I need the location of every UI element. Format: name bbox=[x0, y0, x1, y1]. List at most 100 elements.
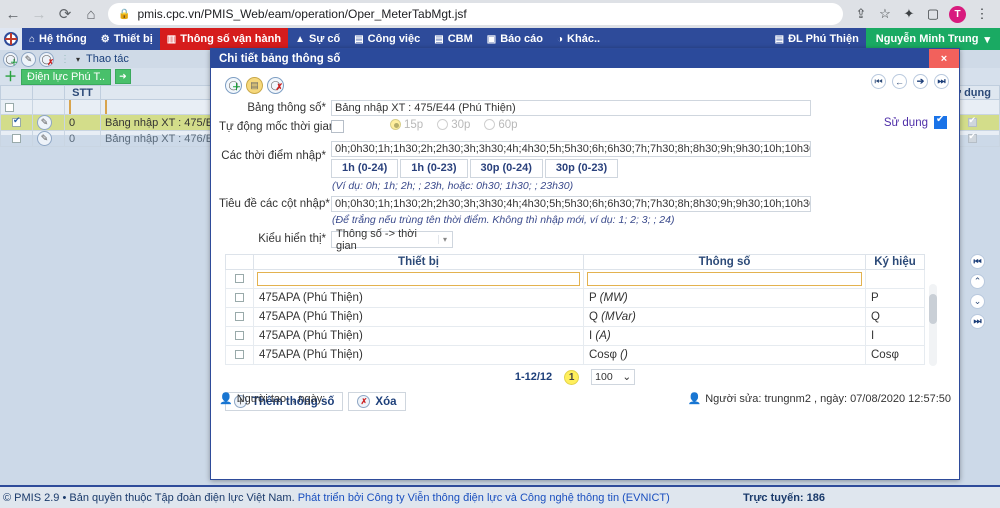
previous-record-icon[interactable]: ← bbox=[892, 74, 907, 89]
nav-item-cbm[interactable]: ▤ CBM bbox=[427, 28, 480, 50]
star-icon[interactable]: ☆ bbox=[873, 2, 897, 26]
interval-option-15p[interactable]: 15p bbox=[390, 119, 423, 131]
th-ky-hieu[interactable]: Ký hiệu bbox=[865, 254, 925, 270]
address-bar[interactable]: 🔒 pmis.cpc.vn/PMIS_Web/eam/operation/Ope… bbox=[108, 3, 843, 25]
row-checkbox[interactable] bbox=[235, 331, 244, 341]
preset-30p-0-24-button[interactable]: 30p (0-24) bbox=[469, 159, 543, 178]
side-panel-icon[interactable]: ▢ bbox=[921, 2, 945, 26]
cell-symbol: Q bbox=[865, 307, 925, 327]
field-row-display-mode: Kiểu hiển thị* Thông số -> thời gian ▾ bbox=[219, 228, 949, 252]
row-checkbox[interactable] bbox=[235, 293, 244, 303]
footer-copyright: © PMIS 2.9 • Bản quyền thuộc Tập đoàn đi… bbox=[0, 492, 670, 504]
col-titles-input[interactable]: 0h;0h30;1h;1h30;2h;2h30;3h;3h30;4h;4h30;… bbox=[331, 196, 811, 212]
page-size-select[interactable]: 100 ⌄ bbox=[591, 369, 636, 385]
chevron-down-icon: ▾ bbox=[984, 33, 990, 46]
time-points-input[interactable]: 0h;0h30;1h;1h30;2h;2h30;3h;3h30;4h;4h30;… bbox=[331, 141, 811, 157]
param-unit: () bbox=[620, 349, 628, 361]
dialog-toolbar: ◯ ＋ ▤ ◯ ✗ bbox=[219, 74, 949, 100]
row-use-checkbox[interactable] bbox=[967, 132, 977, 144]
last-page-icon[interactable]: ⏭ bbox=[970, 314, 985, 329]
scrollbar-thumb[interactable] bbox=[929, 294, 937, 324]
th-thiet-bi[interactable]: Thiết bị bbox=[253, 254, 584, 270]
next-record-icon[interactable]: ➔ bbox=[913, 74, 928, 89]
table-row[interactable]: 475APA (Phú Thiện) Cosφ () Cosφ bbox=[225, 345, 925, 365]
footer-developer-link[interactable]: Phát triển bởi Công ty Viễn thông điện l… bbox=[298, 492, 670, 504]
filter-name-input[interactable] bbox=[105, 100, 107, 114]
tab-expand-icon[interactable]: ➜ bbox=[115, 69, 131, 84]
row-checkbox[interactable] bbox=[12, 134, 21, 144]
select-all-checkbox[interactable] bbox=[235, 274, 244, 284]
row-checkbox[interactable] bbox=[235, 350, 244, 360]
use-checkbox[interactable] bbox=[934, 115, 947, 129]
nav-org-label: ĐL Phú Thiện bbox=[788, 33, 859, 45]
add-tab-icon[interactable]: ＋ bbox=[4, 70, 17, 83]
time-preset-buttons: 1h (0-24) 1h (0-23) 30p (0-24) 30p (0-23… bbox=[331, 159, 811, 178]
edit-icon[interactable]: ✎ bbox=[37, 131, 52, 146]
filter-thiet-bi-input[interactable] bbox=[257, 272, 580, 286]
scroll-down-icon[interactable]: ⌄ bbox=[970, 294, 985, 309]
share-icon[interactable]: ⇪ bbox=[849, 2, 873, 26]
delete-icon[interactable]: ◯ ✗ bbox=[267, 77, 284, 94]
table-name-input[interactable]: Bảng nhập XT : 475/E44 (Phú Thiện) bbox=[331, 100, 811, 116]
first-page-icon[interactable]: ⏮ bbox=[970, 254, 985, 269]
nav-item-su-co[interactable]: ▲ Sự cố bbox=[288, 28, 347, 50]
close-icon[interactable]: × bbox=[929, 49, 959, 68]
first-record-icon[interactable]: ⏮ bbox=[871, 74, 886, 89]
edit-icon[interactable]: ✎ bbox=[37, 115, 52, 130]
print-icon[interactable]: ▤ bbox=[246, 77, 263, 94]
th-thong-so[interactable]: Thông số bbox=[583, 254, 866, 270]
modified-by: 👤 Người sửa: trungnm2 , ngày: 07/08/2020… bbox=[688, 392, 951, 406]
add-icon[interactable]: ◯ ＋ bbox=[225, 77, 242, 94]
back-arrow-icon[interactable]: ← bbox=[0, 1, 26, 27]
table-row[interactable]: 475APA (Phú Thiện) P (MW) P bbox=[225, 288, 925, 308]
preset-1h-0-23-button[interactable]: 1h (0-23) bbox=[400, 159, 468, 178]
last-record-icon[interactable]: ⏭ bbox=[934, 74, 949, 89]
home-icon[interactable]: ⌂ bbox=[78, 1, 104, 27]
forward-arrow-icon[interactable]: → bbox=[26, 1, 52, 27]
scroll-up-icon[interactable]: ⌃ bbox=[970, 274, 985, 289]
label-table-name: Bảng thông số* bbox=[247, 102, 326, 114]
delete-icon[interactable]: ◯ ✗ bbox=[39, 51, 54, 67]
puzzle-icon[interactable]: ✦ bbox=[897, 2, 921, 26]
thao-tac-label[interactable]: Thao tác bbox=[83, 53, 129, 65]
auto-time-checkbox[interactable] bbox=[331, 120, 344, 133]
row-checkbox[interactable] bbox=[12, 116, 21, 128]
tab-dien-luc-phu-thien[interactable]: Điện lực Phú T.. bbox=[21, 68, 112, 85]
row-edit-cell[interactable]: ✎ bbox=[32, 114, 65, 131]
nav-item-bao-cao[interactable]: ▣ Báo cáo bbox=[480, 28, 550, 50]
select-all-checkbox[interactable] bbox=[5, 102, 14, 112]
record-navigation: ⏮ ← ➔ ⏭ bbox=[871, 74, 949, 89]
row-use-checkbox[interactable] bbox=[967, 116, 977, 128]
row-edit-cell[interactable]: ✎ bbox=[32, 130, 65, 147]
nav-org-selector[interactable]: ▤ ĐL Phú Thiện bbox=[768, 28, 866, 50]
filter-thong-so-input[interactable] bbox=[587, 272, 862, 286]
th-stt[interactable]: STT bbox=[64, 85, 101, 100]
nav-item-thiet-bi[interactable]: ⚙ Thiết bị bbox=[94, 28, 160, 50]
table-row[interactable]: 475APA (Phú Thiện) Q (MVar) Q bbox=[225, 307, 925, 327]
nav-item-khac[interactable]: ◑ Khác.. bbox=[550, 28, 607, 50]
nav-user-menu[interactable]: Nguyễn Minh Trung ▾ bbox=[865, 28, 1000, 50]
row-checkbox[interactable] bbox=[235, 312, 244, 322]
edit-icon[interactable]: ✎ bbox=[21, 51, 36, 67]
preset-30p-0-23-button[interactable]: 30p (0-23) bbox=[544, 159, 619, 178]
chevron-down-icon[interactable]: ▾ bbox=[76, 55, 80, 64]
table-row[interactable]: 475APA (Phú Thiện) I (A) I bbox=[225, 326, 925, 346]
add-icon[interactable]: ◯ ＋ bbox=[3, 51, 18, 67]
interval-option-60p[interactable]: 60p bbox=[484, 119, 518, 131]
preset-1h-0-24-button[interactable]: 1h (0-24) bbox=[331, 159, 399, 178]
filter-stt-input[interactable] bbox=[69, 100, 71, 114]
reload-icon[interactable]: ⟳ bbox=[52, 1, 78, 27]
pager-page-1[interactable]: 1 bbox=[564, 369, 580, 385]
cell-device: 475APA (Phú Thiện) bbox=[253, 326, 584, 346]
avatar[interactable]: T bbox=[949, 5, 966, 23]
label-col-titles: Tiêu đề các cột nhập* bbox=[219, 198, 330, 210]
display-mode-select[interactable]: Thông số -> thời gian ▾ bbox=[331, 228, 453, 252]
nav-item-thong-so-van-hanh[interactable]: ▥ Thông số vận hành bbox=[159, 28, 289, 50]
grid-vertical-scrollbar[interactable] bbox=[929, 284, 937, 366]
interval-option-30p[interactable]: 30p bbox=[437, 119, 470, 131]
nav-item-cong-viec[interactable]: ▤ Công việc bbox=[347, 28, 427, 50]
lock-icon: 🔒 bbox=[118, 8, 131, 20]
radio-icon bbox=[390, 119, 401, 130]
three-dot-menu-icon[interactable]: ⋮ bbox=[970, 2, 994, 26]
nav-item-he-thong[interactable]: ⌂ Hệ thống bbox=[22, 28, 94, 50]
